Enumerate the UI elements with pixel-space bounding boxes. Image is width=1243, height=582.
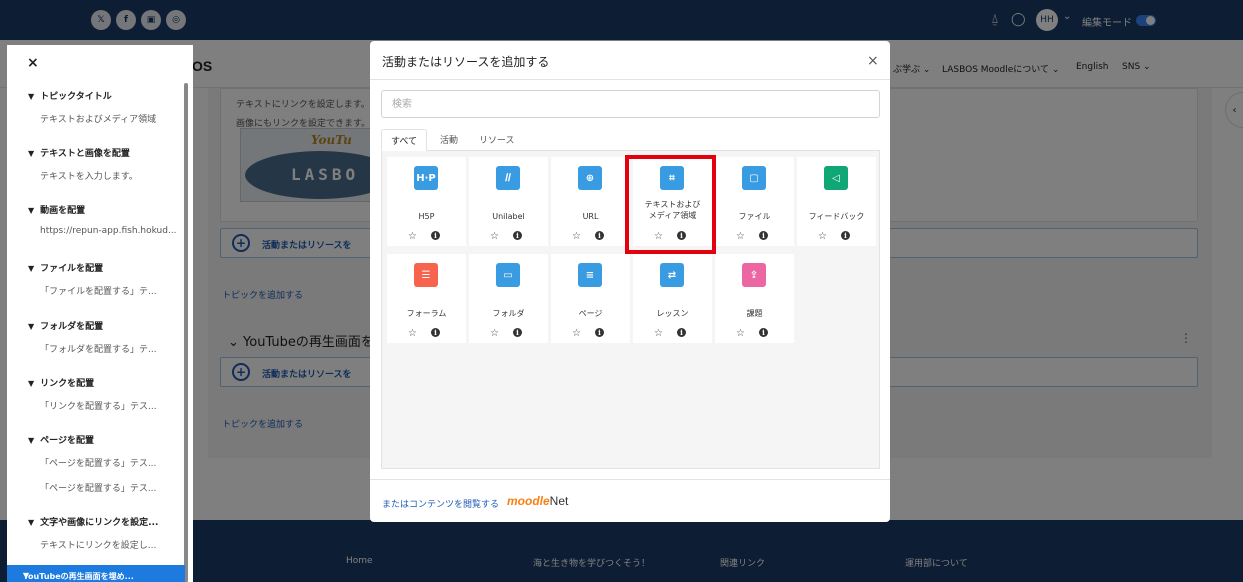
activity-tile-label: 課題 [746,309,763,318]
star-icon[interactable]: ☆ [736,231,745,242]
drawer-section-topic-title[interactable]: ▼ トピックタイトル [28,89,112,102]
drawer-section-link[interactable]: ▼ リンクを配置 [28,376,94,389]
star-icon[interactable]: ☆ [572,231,581,242]
info-icon[interactable]: i [841,231,850,240]
star-icon[interactable]: ☆ [572,328,581,339]
drawer-item[interactable]: テキストにリンクを設定し... [40,538,156,551]
info-icon[interactable]: i [677,328,686,337]
activity-tile[interactable]: H·P H5P ☆ i [387,157,466,246]
activity-tile-label: フォーラム [406,309,447,318]
info-icon[interactable]: i [595,328,604,337]
info-icon[interactable]: i [513,328,522,337]
info-icon[interactable]: i [759,231,768,240]
unilabel-icon: 𝐼𝐼 [496,166,520,190]
star-icon[interactable]: ☆ [490,231,499,242]
star-icon[interactable]: ☆ [818,231,827,242]
drawer-section-text-image-link[interactable]: ▼ 文字や画像にリンクを設定... [28,515,158,528]
activity-tile[interactable]: ☰ フォーラム ☆ i [387,254,466,343]
activity-tile-label: フィードバック [808,212,865,221]
star-icon[interactable]: ☆ [736,328,745,339]
info-icon[interactable]: i [595,231,604,240]
course-index-drawer: × ▼ トピックタイトル テキストおよびメディア領域 ▼ テキストと画像を配置 テキ… [7,45,193,582]
moodlenet-logo[interactable]: moodleNet [507,494,568,508]
drawer-scrollbar[interactable] [184,83,188,582]
drawer-section-video[interactable]: ▼ 動画を配置 [28,203,85,216]
modal-tabs: すべて 活動 リソース [381,129,880,151]
activity-tile[interactable]: ⇪ 課題 ☆ i [715,254,794,343]
tab-all[interactable]: すべて [381,129,428,151]
activity-tile[interactable]: ◁ フィードバック ☆ i [797,157,876,246]
assignment-icon: ⇪ [742,263,766,287]
tab-resources[interactable]: リソース [470,129,524,151]
chevron-down-icon: ▼ [28,379,35,388]
activity-tile[interactable]: 𝐼𝐼 Unilabel ☆ i [469,157,548,246]
activity-tile-label: URL [582,212,599,221]
info-icon[interactable]: i [759,328,768,337]
highlight-box [625,155,716,254]
activity-tile[interactable]: ▭ フォルダ ☆ i [469,254,548,343]
file-icon: ▢ [742,166,766,190]
close-icon[interactable]: × [27,55,39,71]
chevron-down-icon: ▼ [28,436,35,445]
chevron-down-icon: ▼ [28,322,35,331]
star-icon[interactable]: ☆ [490,328,499,339]
drawer-section-text-image[interactable]: ▼ テキストと画像を配置 [28,146,130,159]
tab-activities[interactable]: 活動 [431,129,467,151]
info-icon[interactable]: i [431,231,440,240]
chevron-down-icon: ▼ [28,92,35,101]
star-icon[interactable]: ☆ [654,328,663,339]
drawer-item[interactable]: 「ページを配置する」テス... [40,456,156,469]
drawer-section-file[interactable]: ▼ ファイルを配置 [28,261,103,274]
drawer-item[interactable]: 「ファイルを配置する」テ... [40,284,157,297]
drawer-item[interactable]: 「フォルダを配置する」テ... [40,342,157,355]
activity-tile[interactable]: ⇄ レッスン ☆ i [633,254,712,343]
activity-tile-label: ページ [578,309,603,318]
modal-footer-divider [370,479,890,480]
activity-tile-label: レッスン [656,309,689,318]
star-icon[interactable]: ☆ [408,231,417,242]
activity-tile[interactable]: ≡ ページ ☆ i [551,254,630,343]
chevron-down-icon: ▼ [28,264,35,273]
drawer-item[interactable]: テキストおよびメディア領域 [40,112,156,125]
globe-icon: ⊕ [578,166,602,190]
page-icon: ≡ [578,263,602,287]
drawer-item[interactable]: テキストを入力します。 [40,169,138,182]
drawer-section-folder[interactable]: ▼ フォルダを配置 [28,319,103,332]
megaphone-icon: ◁ [824,166,848,190]
drawer-item[interactable]: 「ページを配置する」テス... [40,481,156,494]
info-icon[interactable]: i [431,328,440,337]
folder-icon: ▭ [496,263,520,287]
activity-tile[interactable]: ⊕ URL ☆ i [551,157,630,246]
search-input[interactable] [381,90,880,118]
drawer-item[interactable]: https://repun-app.fish.hokud... [40,226,177,236]
chevron-down-icon: ▼ [28,518,35,527]
modal-divider [370,79,890,80]
modal-title: 活動またはリソースを追加する [382,55,550,69]
forum-icon: ☰ [414,263,438,287]
close-icon[interactable]: × [867,53,879,69]
activity-tile-label: ファイル [738,212,771,221]
drawer-active-item[interactable]: ▼ YouTubeの再生画面を埋め... [7,565,185,582]
star-icon[interactable]: ☆ [408,328,417,339]
drawer-item[interactable]: 「リンクを配置する」テス... [40,399,157,412]
h5p-icon: H·P [414,166,438,190]
browse-content-link[interactable]: またはコンテンツを閲覧する [382,497,499,510]
activity-tile[interactable]: ▢ ファイル ☆ i [715,157,794,246]
activity-tile-label: フォルダ [492,309,525,318]
info-icon[interactable]: i [513,231,522,240]
lesson-icon: ⇄ [660,263,684,287]
drawer-section-page[interactable]: ▼ ページを配置 [28,433,94,446]
activity-tile-label: Unilabel [492,212,525,221]
chevron-down-icon: ▼ [28,149,35,158]
chevron-down-icon: ▼ [28,206,35,215]
activity-tile-label: H5P [418,212,435,221]
